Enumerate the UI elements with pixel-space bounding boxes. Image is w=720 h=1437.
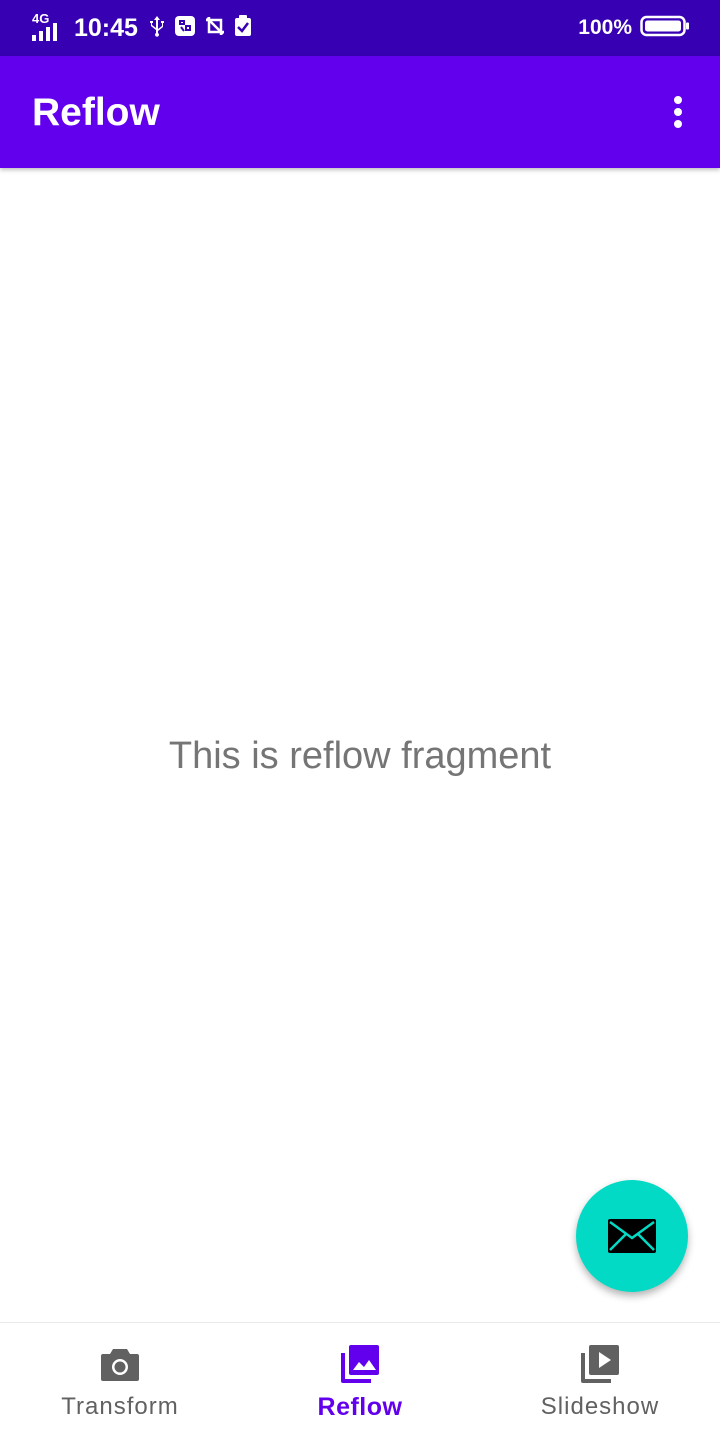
more-vert-icon (674, 96, 682, 128)
email-icon (608, 1219, 656, 1253)
status-left: 4G 10:45 (30, 11, 260, 44)
camera-icon (101, 1349, 139, 1381)
slideshow-icon (581, 1345, 619, 1383)
nav-label-transform: Transform (61, 1393, 179, 1420)
page-title: Reflow (32, 91, 160, 134)
email-fab-button[interactable] (576, 1180, 688, 1292)
status-right: 100% (578, 12, 690, 44)
nav-item-slideshow[interactable]: Slideshow (480, 1323, 720, 1437)
photo-library-icon (341, 1345, 379, 1383)
nav-label-slideshow: Slideshow (540, 1393, 660, 1420)
usb-icon (148, 14, 166, 42)
overflow-menu-button[interactable] (658, 92, 698, 132)
app-bar: Reflow (0, 56, 720, 168)
bottom-navigation: Transform Reflow Slideshow (0, 1322, 720, 1437)
screenshot-icon (204, 15, 226, 41)
clipboard-check-icon (234, 15, 252, 41)
debug-icon (174, 15, 196, 41)
nav-item-transform[interactable]: Transform (0, 1323, 240, 1437)
signal-icon: 4G (30, 11, 60, 43)
nav-label-reflow: Reflow (317, 1393, 403, 1421)
fragment-text: This is reflow fragment (168, 735, 552, 777)
status-time: 10:45 (74, 13, 138, 42)
battery-percent: 100% (578, 16, 632, 39)
status-bar: 4G 10:45 100% (0, 0, 720, 56)
nav-item-reflow[interactable]: Reflow (240, 1323, 480, 1437)
battery-icon (640, 15, 690, 41)
